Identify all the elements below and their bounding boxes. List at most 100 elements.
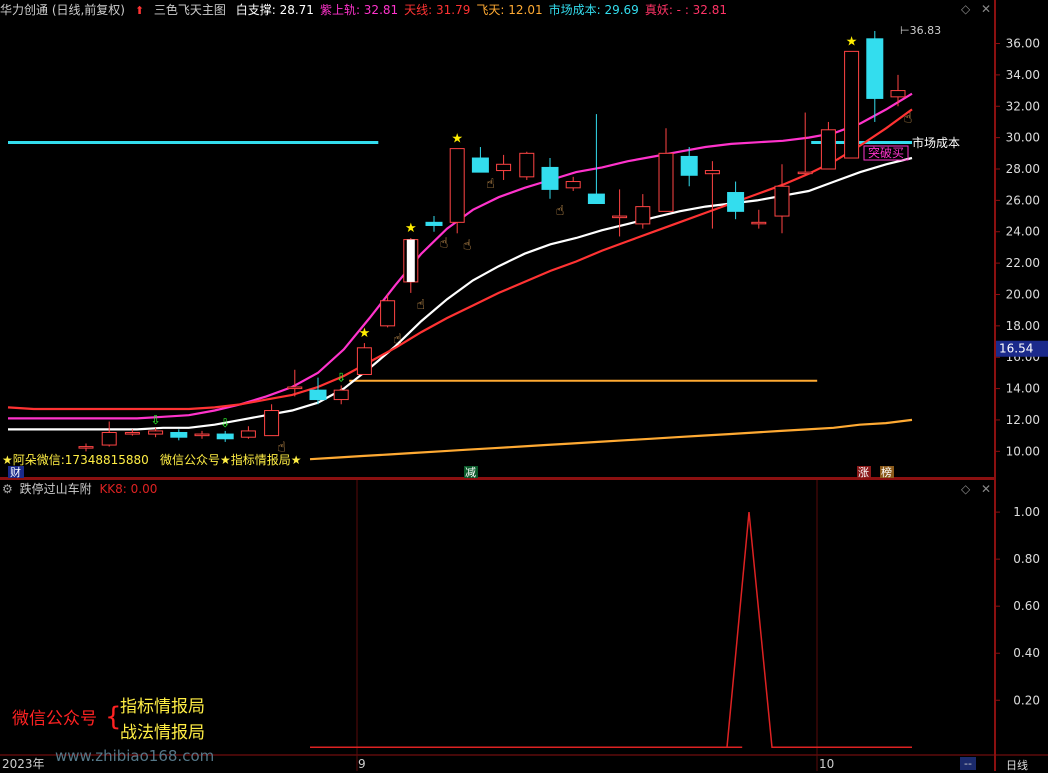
candle-body — [797, 171, 813, 175]
candle-body — [496, 163, 512, 172]
y-tick-label: 30.00 — [1006, 131, 1040, 145]
promo-line2: 战法情报局 — [120, 723, 205, 743]
candle — [727, 181, 745, 220]
period-tab-dash[interactable]: -- — [960, 757, 976, 770]
candle-body — [380, 300, 396, 327]
y-tick-label: 24.00 — [1006, 225, 1040, 239]
current-price-label: 16.54 — [999, 342, 1033, 356]
candle-body — [519, 152, 535, 178]
sub-header: ⚙ 跌停过山车附 KK8: 0.00 — [0, 480, 157, 498]
wechat-line: 微信公众号★指标情报局★ — [160, 452, 302, 467]
y-tick-label: 32.00 — [1006, 99, 1040, 113]
kk8-value: KK8: 0.00 — [99, 482, 158, 496]
star-icon: ★ — [405, 221, 417, 236]
hand-pointer-icon: ☝ — [486, 176, 495, 192]
candle-body — [240, 430, 256, 438]
y-tick-label: 20.00 — [1006, 287, 1040, 301]
promo-line1: 指标情报局 — [120, 697, 205, 717]
y-tick-label: 36.00 — [1006, 37, 1040, 51]
candle — [425, 216, 443, 232]
candle — [635, 194, 651, 229]
star-icon: ★ — [846, 34, 858, 49]
down-arrow-icon: ⇩ — [151, 413, 161, 427]
series-line-飞天 — [309, 418, 913, 461]
candle-body — [774, 185, 790, 217]
candle-body — [866, 38, 884, 99]
gear-icon[interactable]: ⚙ — [2, 482, 13, 496]
candle-body — [658, 152, 674, 212]
candle — [704, 161, 720, 229]
hand-pointer-icon: ☝ — [463, 237, 472, 253]
candle-body — [587, 193, 605, 205]
candle — [194, 430, 210, 439]
candle — [587, 114, 605, 205]
sub-y-tick-label: 0.40 — [1013, 646, 1040, 660]
sub-indicator-name[interactable]: 跌停过山车附 — [20, 482, 92, 496]
candle-body — [565, 181, 581, 189]
diamond-icon[interactable]: ◇ — [961, 482, 970, 496]
candle-body — [635, 206, 651, 225]
kk8-line — [310, 512, 912, 749]
candle-body — [78, 446, 94, 449]
y-tick-label: 22.00 — [1006, 256, 1040, 270]
sub-y-tick-label: 0.80 — [1013, 552, 1040, 566]
candle — [78, 443, 94, 452]
y-tick-label: 34.00 — [1006, 68, 1040, 82]
y-tick-label: 26.00 — [1006, 193, 1040, 207]
candle — [844, 50, 860, 159]
header-item-4: 市场成本: 29.69 — [548, 3, 639, 17]
date-label: 9 — [358, 757, 366, 771]
candle-body — [264, 410, 280, 437]
header-item-2: 天线: 31.79 — [404, 3, 471, 17]
candle-body — [170, 431, 188, 438]
down-arrow-icon: ⇩ — [220, 416, 230, 430]
candle — [751, 209, 767, 229]
candle — [890, 74, 906, 107]
candle — [333, 385, 349, 405]
close-icon[interactable]: ✕ — [981, 482, 991, 496]
candle — [797, 112, 813, 176]
candle-body — [751, 221, 767, 225]
chart-canvas[interactable]: ★★★★☝☝☝☝ ☝☝☝☝⇩ ⇩⇩⊢36.83市场成本突破买★阿朵微信:173488… — [0, 0, 1048, 771]
hand-pointer-icon: ☝ — [393, 331, 402, 347]
indicator-values: 白支撑: 28.71 紫上轨: 32.81 天线: 31.79 飞天: 12.01 市场… — [236, 3, 733, 17]
candle — [240, 426, 256, 439]
candle — [496, 154, 512, 180]
candle-body — [727, 192, 745, 212]
candle-body — [425, 221, 443, 226]
candle — [866, 30, 884, 122]
candle-body — [309, 389, 327, 401]
candle-body — [704, 170, 720, 175]
star-icon: ★ — [451, 132, 463, 147]
candle-body — [287, 386, 303, 390]
hand-pointer-icon: ☝ — [440, 236, 449, 252]
date-label: 2023年 — [2, 757, 45, 771]
indicator-name[interactable]: 三色飞天主图 — [154, 3, 226, 17]
candle — [680, 147, 698, 187]
cai-label: 财 — [10, 465, 21, 479]
candle — [101, 421, 117, 447]
candle-body — [356, 347, 372, 375]
diamond-icon[interactable]: ◇ — [961, 2, 970, 16]
candle — [541, 158, 559, 199]
candle — [449, 148, 465, 234]
close-icon[interactable]: ✕ — [981, 2, 991, 16]
candle-body — [890, 90, 906, 98]
candle — [380, 294, 396, 328]
candle — [356, 343, 372, 375]
candle-body — [844, 50, 860, 159]
candle-body — [541, 166, 559, 190]
max-price-label: ⊢36.83 — [900, 24, 941, 37]
breakout-buy-label: 突破买 — [868, 145, 904, 160]
sub-y-tick-label: 0.60 — [1013, 599, 1040, 613]
main-header: 华力创通 (日线,前复权) ⬆ 三色飞天主图 白支撑: 28.71 紫上轨: 32… — [0, 0, 995, 20]
candle-body — [612, 215, 628, 219]
candle-body — [820, 129, 836, 170]
header-item-3: 飞天: 12.01 — [476, 3, 543, 17]
contact-line: ★阿朵微信:17348815880 — [2, 453, 149, 467]
y-tick-label: 14.00 — [1006, 382, 1040, 396]
header-item-0: 白支撑: 28.71 — [235, 3, 314, 17]
candle-body — [194, 433, 210, 437]
y-tick-label: 18.00 — [1006, 319, 1040, 333]
header-item-1: 紫上轨: 32.81 — [319, 3, 399, 17]
